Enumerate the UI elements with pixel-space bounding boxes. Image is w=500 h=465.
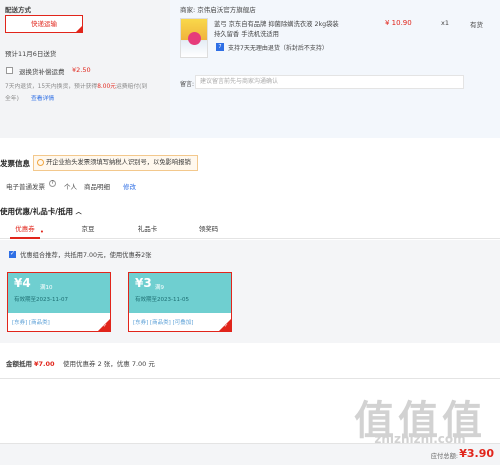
invoice-title: 发票信息 [0, 159, 30, 168]
invoice-person: 个人 [64, 183, 77, 191]
insurance-desc-text-2: 运费赔付(到 [115, 84, 148, 90]
delivery-title: 配送方式 [5, 6, 31, 14]
coupon-tags: [东券] [商品类] [12, 320, 50, 326]
discount-label: 金额抵用 [6, 360, 32, 368]
required-dot-icon: • [39, 228, 44, 236]
order-top-panel: 配送方式 快递运输 预计11月6日送货 退换货补偿运费 ¥2.50 7天内退货，… [0, 0, 500, 138]
return-policy-icon: 7 [216, 43, 224, 51]
insurance-desc-highlight: 8.00元 [97, 84, 116, 90]
coupon-area: 优惠组合推荐，共抵用7.00元，使用优惠券2张 ¥4 满10 有效期至2023-… [0, 240, 500, 343]
insurance-desc-line2: 全年) [5, 96, 19, 102]
delivery-panel: 配送方式 快递运输 预计11月6日送货 退换货补偿运费 ¥2.50 7天内退货，… [0, 0, 170, 138]
product-quantity: x1 [441, 19, 449, 27]
product-thumbnail[interactable] [180, 18, 208, 58]
divider [0, 378, 500, 379]
stock-status: 有货 [470, 21, 483, 29]
insurance-price: ¥2.50 [72, 66, 91, 74]
coupon-amount: ¥4 [14, 276, 31, 290]
seller-label-text: 商家: [180, 6, 196, 14]
payable-label: 应付总额: [430, 453, 458, 460]
product-title-line1[interactable]: 蓝弓 京东自有品牌 抑菌除螨洗衣液 2kg袋装 [214, 19, 339, 28]
coupon-selected-corner: ✓ [98, 319, 110, 331]
note-label: 留言: [180, 81, 195, 88]
coupon-expiry: 有效期至2023-11-07 [14, 297, 68, 303]
product-price: ¥ 10.90 [385, 19, 412, 27]
delivery-method-button[interactable]: 快递运输 [5, 15, 83, 33]
estimated-date: 预计11月6日送货 [5, 50, 57, 58]
return-policy-text: 支持7天无理由退货（拆封后不支持） [228, 45, 328, 52]
tab-gift-card[interactable]: 礼品卡 [135, 219, 160, 239]
check-icon: ✓ [103, 323, 108, 329]
order-footer: 应付总额: ¥3.90 [0, 443, 500, 465]
insurance-label: 退换货补偿运费 [19, 68, 65, 76]
invoice-edit-link[interactable]: 修改 [123, 181, 136, 191]
coupon-section-title[interactable]: 使用优惠/礼品卡/抵用 ︿ [0, 206, 82, 217]
coupon-card-header: ¥4 满10 有效期至2023-11-07 [8, 273, 110, 313]
tab-coupon-label: 优惠券 [15, 225, 35, 233]
return-policy: 7 支持7天无理由退货（拆封后不支持） [216, 43, 328, 52]
check-icon: ✓ [224, 323, 229, 329]
coupon-tags: [东券] [商品类] [可叠加] [133, 320, 194, 326]
help-icon[interactable]: ? [49, 180, 56, 187]
discount-amount: ¥7.00 [34, 360, 55, 368]
seller-label: 商家: 京伟启沃官方旗舰店 [180, 4, 256, 14]
payable-total: ¥3.90 [459, 447, 494, 460]
note-input[interactable]: 建议留言前先与商家沟通确认 [195, 75, 464, 89]
insurance-desc: 7天内退货，15天内换货，预计获得8.00元运费赔付(到 [5, 81, 147, 90]
invoice-tip: 开企业抬头发票须填写纳税人识别号，以免影响报销 [33, 155, 198, 171]
product-title-line2[interactable]: 持久留香 手洗机洗适用 [214, 29, 279, 38]
insurance-desc-text-1: 7天内退货，15天内换货，预计获得 [5, 84, 98, 90]
invoice-detail: 商品明细 [84, 183, 110, 191]
coupon-expiry: 有效期至2023-11-05 [135, 297, 189, 303]
product-image-badge [188, 32, 201, 45]
insurance-checkbox[interactable] [6, 67, 13, 74]
discount-desc: 使用优惠券 2 张，优惠 7.00 元 [63, 360, 155, 368]
tab-coupon[interactable]: 优惠券 • [10, 219, 44, 239]
coupon-section-title-text: 使用优惠/礼品卡/抵用 [0, 207, 73, 216]
discount-summary: 金额抵用 ¥7.00 使用优惠券 2 张，优惠 7.00 元 [0, 355, 500, 373]
tab-jingdou[interactable]: 京豆 [78, 219, 98, 239]
coupon-card[interactable]: ¥4 满10 有效期至2023-11-07 [东券] [商品类] ✓ [7, 272, 111, 332]
coupon-condition: 满9 [155, 285, 164, 291]
combo-recommend-checkbox[interactable] [9, 250, 16, 258]
insurance-detail-link[interactable]: 查看详情 [31, 93, 54, 102]
coupon-card[interactable]: ¥3 满9 有效期至2023-11-05 [东券] [商品类] [可叠加] ✓ [128, 272, 232, 332]
invoice-type: 电子普通发票 [6, 183, 45, 191]
invoice-tip-text: 开企业抬头发票须填写纳税人识别号，以免影响报销 [46, 159, 191, 166]
coupon-condition: 满10 [40, 285, 53, 291]
seller-name[interactable]: 京伟启沃官方旗舰店 [197, 6, 256, 14]
coupon-card-header: ¥3 满9 有效期至2023-11-05 [129, 273, 231, 313]
info-icon [37, 159, 44, 166]
chevron-up-icon: ︿ [75, 209, 82, 216]
coupon-selected-corner: ✓ [219, 319, 231, 331]
combo-recommend-text: 优惠组合推荐，共抵用7.00元，使用优惠券2张 [20, 252, 152, 259]
coupon-amount: ¥3 [135, 276, 152, 290]
tab-prize-code[interactable]: 领奖码 [196, 219, 221, 239]
coupon-tabs: 优惠券 • 京豆 礼品卡 领奖码 [0, 219, 500, 239]
